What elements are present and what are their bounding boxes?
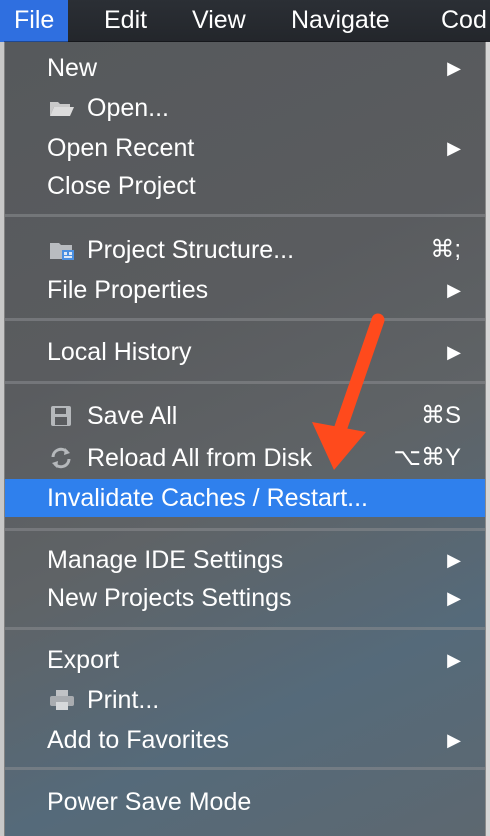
menu-item-label: Invalidate Caches / Restart... <box>47 484 368 512</box>
menu-separator <box>5 318 485 321</box>
menu-item-reload-all[interactable]: Reload All from Disk ⌥⌘Y <box>5 439 485 477</box>
submenu-arrow-icon: ▶ <box>447 650 461 670</box>
menu-item-save-all[interactable]: Save All ⌘S <box>5 397 485 435</box>
menu-item-label: Export <box>47 646 120 674</box>
menu-separator <box>5 381 485 384</box>
menubar-edit[interactable]: Edit <box>90 0 161 42</box>
menu-item-add-to-favorites[interactable]: Add to Favorites ▶ <box>5 721 485 759</box>
save-icon <box>51 406 71 426</box>
menu-item-project-structure[interactable]: Project Structure... ⌘; <box>5 231 485 269</box>
submenu-arrow-icon: ▶ <box>447 588 461 608</box>
menu-item-label: File Properties <box>47 276 209 304</box>
menu-item-export[interactable]: Export ▶ <box>5 641 485 679</box>
menu-item-power-save-mode[interactable]: Power Save Mode <box>5 783 485 821</box>
menu-item-label: New Projects Settings <box>47 584 292 612</box>
menu-item-label: Close Project <box>47 172 196 200</box>
menubar-file[interactable]: File <box>0 0 69 42</box>
menu-item-label: Local History <box>47 338 192 366</box>
menu-item-new-projects-settings[interactable]: New Projects Settings ▶ <box>5 579 485 617</box>
printer-icon <box>50 690 74 710</box>
menu-item-label: Add to Favorites <box>47 726 230 754</box>
menubar-navigate[interactable]: Navigate <box>277 0 404 42</box>
submenu-arrow-icon: ▶ <box>447 342 461 362</box>
submenu-arrow-icon: ▶ <box>447 138 461 158</box>
menu-item-label: Open... <box>87 94 169 122</box>
submenu-arrow-icon: ▶ <box>447 58 461 78</box>
project-structure-icon <box>50 243 74 260</box>
submenu-arrow-icon: ▶ <box>447 730 461 750</box>
menu-item-label: Power Save Mode <box>47 788 252 816</box>
menu-separator <box>5 528 485 531</box>
menu-item-new[interactable]: New ▶ <box>5 49 485 87</box>
menu-item-local-history[interactable]: Local History ▶ <box>5 333 485 371</box>
menu-separator <box>5 767 485 770</box>
menu-item-label: Save All <box>87 402 178 430</box>
menu-item-file-properties[interactable]: File Properties ▶ <box>5 271 485 309</box>
submenu-arrow-icon: ▶ <box>447 550 461 570</box>
menu-item-invalidate-caches[interactable]: Invalidate Caches / Restart... <box>5 479 485 517</box>
submenu-arrow-icon: ▶ <box>447 280 461 300</box>
menu-item-open[interactable]: Open... <box>5 89 485 127</box>
folder-icon <box>50 102 74 116</box>
menu-item-label: Manage IDE Settings <box>47 546 284 574</box>
menu-item-label: Project Structure... <box>87 236 295 264</box>
file-menu: New ▶ Open... Open Recent ▶ Close Projec… <box>5 42 485 836</box>
menu-item-open-recent[interactable]: Open Recent ▶ <box>5 129 485 167</box>
menu-item-label: Open Recent <box>47 134 195 162</box>
menu-bar: File Edit View Navigate Cod <box>0 0 490 42</box>
menu-item-manage-ide-settings[interactable]: Manage IDE Settings ▶ <box>5 541 485 579</box>
menu-item-label: New <box>47 54 98 82</box>
reload-icon <box>51 447 71 469</box>
menu-item-label: Print... <box>87 686 160 714</box>
shortcut-label: ⌘S <box>420 402 461 429</box>
shortcut-label: ⌘; <box>430 236 461 263</box>
shortcut-label: ⌥⌘Y <box>393 444 461 471</box>
menu-separator <box>5 627 485 630</box>
menubar-code[interactable]: Cod <box>427 0 490 42</box>
menubar-view[interactable]: View <box>178 0 260 42</box>
menu-separator <box>5 214 485 217</box>
menu-item-label: Reload All from Disk <box>87 444 313 472</box>
menu-item-close-project[interactable]: Close Project <box>5 167 485 205</box>
menu-item-print[interactable]: Print... <box>5 681 485 719</box>
